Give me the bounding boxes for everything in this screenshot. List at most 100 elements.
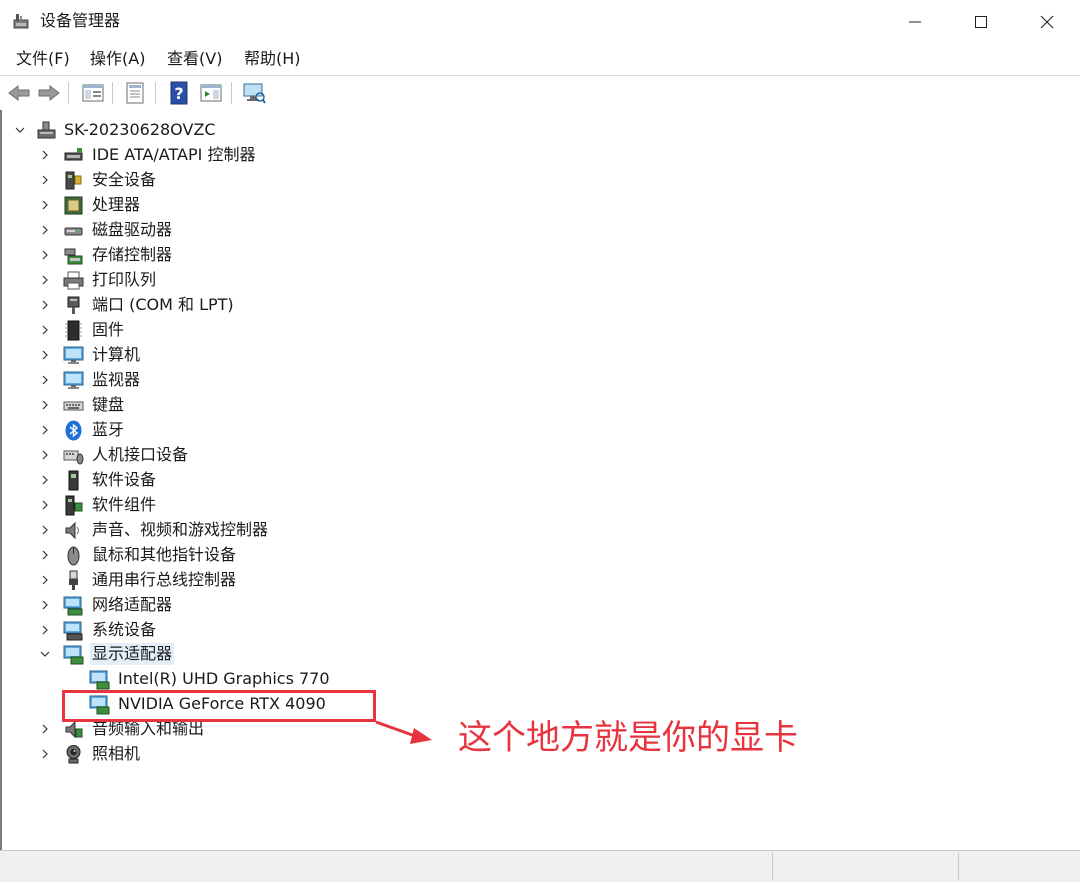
tree-item-label: 磁盘驱动器 (92, 220, 173, 239)
keyboard-icon (63, 401, 84, 411)
scan-hardware-button[interactable] (241, 80, 267, 106)
tree-item-port[interactable]: 端口 (COM 和 LPT) (2, 293, 602, 318)
chevron-right-icon[interactable] (39, 322, 51, 338)
chevron-right-icon[interactable] (39, 522, 51, 538)
minimize-button[interactable] (882, 0, 948, 44)
toolbar: ? (0, 75, 1080, 111)
menu-help[interactable]: 帮助(H) (242, 48, 303, 70)
back-arrow-icon (8, 84, 30, 102)
tree-item-ide-controller[interactable]: IDE ATA/ATAPI 控制器 (2, 143, 602, 168)
tree-root-computer[interactable]: SK-20230628OVZC (2, 118, 602, 143)
menu-file[interactable]: 文件(F) (14, 48, 72, 70)
menu-view[interactable]: 查看(V) (165, 48, 224, 70)
tree-item-label: 端口 (COM 和 LPT) (92, 295, 234, 314)
tree-item-label: 处理器 (92, 195, 141, 214)
tree-item-intel-uhd-graphics[interactable]: Intel(R) UHD Graphics 770 (2, 667, 602, 692)
network-adapter-icon (63, 596, 83, 616)
tree-item-computer[interactable]: 计算机 (2, 343, 602, 368)
storage-controller-icon (64, 248, 83, 265)
tree-item-monitor[interactable]: 监视器 (2, 368, 602, 393)
chevron-right-icon[interactable] (39, 746, 51, 762)
tree-item-label: 固件 (92, 320, 125, 339)
chevron-right-icon[interactable] (39, 247, 51, 263)
close-icon (1040, 15, 1054, 29)
chevron-right-icon[interactable] (39, 397, 51, 413)
security-device-icon (65, 171, 82, 190)
chevron-right-icon[interactable] (39, 497, 51, 513)
tree-root-label: SK-20230628OVZC (64, 120, 216, 139)
chevron-right-icon[interactable] (39, 447, 51, 463)
chevron-right-icon[interactable] (39, 472, 51, 488)
chevron-right-icon[interactable] (39, 622, 51, 638)
software-component-icon (65, 495, 83, 516)
status-bar-separator (958, 853, 959, 880)
chevron-right-icon[interactable] (39, 572, 51, 588)
tree-item-label: 声音、视频和游戏控制器 (92, 520, 269, 539)
tree-item-sound-video-game[interactable]: 声音、视频和游戏控制器 (2, 518, 602, 543)
tree-item-bluetooth[interactable]: 蓝牙 (2, 418, 602, 443)
chevron-down-icon[interactable] (39, 646, 51, 662)
properties-button[interactable] (122, 80, 148, 106)
toolbar-separator (112, 82, 113, 104)
title-bar: 设备管理器 (0, 0, 1080, 44)
tree-item-label: 照相机 (92, 744, 141, 763)
tree-item-label: 人机接口设备 (92, 445, 189, 464)
tree-item-usb[interactable]: 通用串行总线控制器 (2, 568, 602, 593)
tree-item-software-device[interactable]: 软件设备 (2, 468, 602, 493)
close-button[interactable] (1014, 0, 1080, 44)
chevron-right-icon[interactable] (39, 147, 51, 163)
chevron-right-icon[interactable] (39, 197, 51, 213)
tree-item-display-adapter[interactable]: 显示适配器 (2, 642, 602, 667)
chevron-right-icon[interactable] (39, 222, 51, 238)
tree-item-system-device[interactable]: 系统设备 (2, 618, 602, 643)
help-icon: ? (170, 81, 188, 105)
chevron-right-icon[interactable] (39, 297, 51, 313)
status-bar-separator (772, 853, 773, 880)
tree-item-storage-controller[interactable]: 存储控制器 (2, 243, 602, 268)
tree-item-label: 系统设备 (92, 620, 157, 639)
ide-controller-icon (64, 148, 83, 161)
annotation-arrow-icon (375, 720, 432, 744)
monitor-icon (63, 371, 84, 389)
help-button[interactable]: ? (166, 80, 192, 106)
menu-bar: 文件(F) 操作(A) 查看(V) 帮助(H) (0, 44, 1080, 74)
software-device-icon (68, 470, 79, 491)
tree-item-processor[interactable]: 处理器 (2, 193, 602, 218)
chevron-right-icon[interactable] (39, 597, 51, 613)
menu-action[interactable]: 操作(A) (88, 48, 147, 70)
chevron-right-icon[interactable] (39, 172, 51, 188)
tree-item-network-adapter[interactable]: 网络适配器 (2, 593, 602, 618)
tree-item-hid[interactable]: 人机接口设备 (2, 443, 602, 468)
firmware-icon (65, 320, 82, 341)
display-adapter-icon (89, 670, 110, 690)
chevron-right-icon[interactable] (39, 547, 51, 563)
chevron-right-icon[interactable] (39, 372, 51, 388)
tree-item-disk-drive[interactable]: 磁盘驱动器 (2, 218, 602, 243)
chevron-right-icon[interactable] (39, 422, 51, 438)
tree-item-label: Intel(R) UHD Graphics 770 (118, 669, 330, 688)
tree-item-software-component[interactable]: 软件组件 (2, 493, 602, 518)
display-adapter-icon (63, 645, 84, 665)
tree-item-printer[interactable]: 打印队列 (2, 268, 602, 293)
maximize-button[interactable] (948, 0, 1014, 44)
chevron-right-icon[interactable] (39, 272, 51, 288)
back-button[interactable] (6, 80, 32, 106)
tree-item-security-device[interactable]: 安全设备 (2, 168, 602, 193)
tree-item-keyboard[interactable]: 键盘 (2, 393, 602, 418)
svg-text:?: ? (174, 84, 183, 103)
tree-item-firmware[interactable]: 固件 (2, 318, 602, 343)
chevron-right-icon[interactable] (39, 347, 51, 363)
action-pane-button[interactable] (198, 80, 224, 106)
tree-item-mouse[interactable]: 鼠标和其他指针设备 (2, 543, 602, 568)
forward-arrow-icon (38, 84, 60, 102)
action-pane-icon (200, 84, 222, 102)
window-title: 设备管理器 (40, 11, 121, 30)
forward-button[interactable] (36, 80, 62, 106)
show-hide-console-tree-button[interactable] (80, 80, 106, 106)
chevron-down-icon[interactable] (14, 122, 26, 138)
console-tree-icon (82, 84, 104, 102)
chevron-right-icon[interactable] (39, 721, 51, 737)
tree-item-label: 安全设备 (92, 170, 157, 189)
mouse-icon (67, 546, 80, 566)
tree-item-label: 蓝牙 (92, 420, 125, 439)
